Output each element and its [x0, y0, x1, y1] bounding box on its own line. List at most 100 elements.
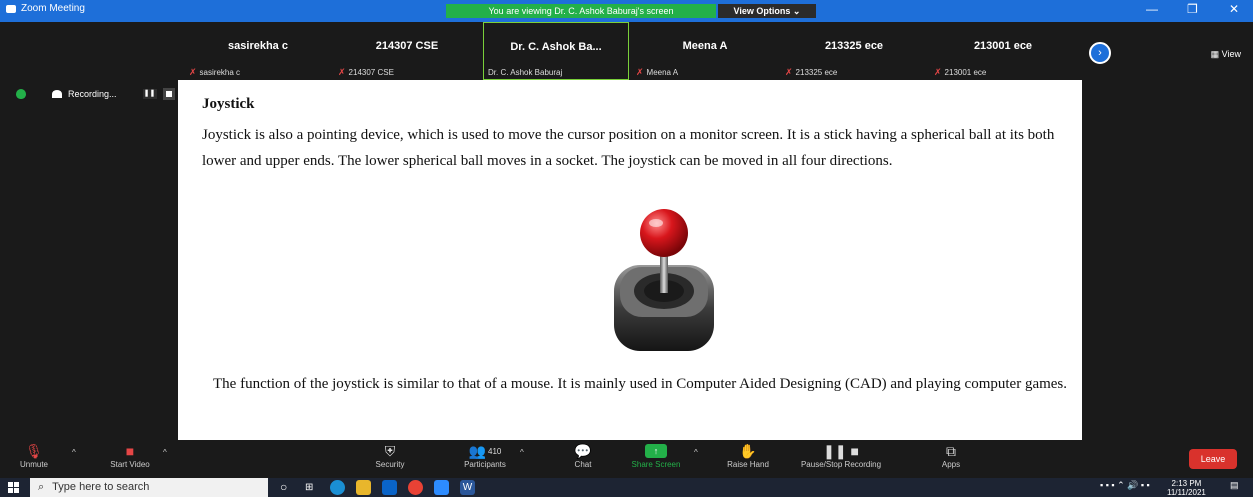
chat-button[interactable]: 💬 Chat — [568, 442, 598, 470]
video-options-caret[interactable]: ^ — [163, 448, 167, 457]
shield-icon: ⛨ — [384, 442, 396, 459]
participant-name: sasirekha c — [228, 40, 288, 52]
participant-tag: ✗ 214307 CSE — [338, 67, 394, 78]
store-icon[interactable] — [382, 480, 397, 495]
document-heading: Joystick — [202, 96, 255, 112]
document-paragraph: The function of the joystick is similar … — [213, 376, 1068, 392]
participants-options-caret[interactable]: ^ — [520, 448, 524, 457]
document-paragraph: Joystick is also a pointing device, whic… — [202, 127, 1055, 169]
participant-count: 410 — [488, 446, 502, 456]
participant-name: Meena A — [682, 40, 728, 52]
clock-date: 11/11/2021 — [1167, 488, 1206, 497]
view-button[interactable]: ▦ View — [1211, 49, 1241, 60]
participant-tag-label: 213325 ece — [795, 68, 838, 77]
cortana-icon[interactable]: ○ — [280, 480, 295, 495]
zoom-icon — [6, 4, 16, 13]
search-icon: ⌕ — [38, 481, 45, 493]
pause-stop-icon: ❚❚ ■ — [823, 442, 859, 459]
pause-stop-recording-button[interactable]: ❚❚ ■ Pause/Stop Recording — [796, 442, 886, 470]
recording-label: Recording... — [68, 89, 117, 99]
taskbar-clock[interactable]: 2:13 PM 11/11/2021 — [1167, 479, 1206, 497]
pause-stop-recording-label: Pause/Stop Recording — [800, 460, 882, 469]
joystick-image — [614, 209, 714, 351]
participant-tag: ✗ Meena A — [636, 67, 678, 78]
chevron-right-icon: › — [1098, 47, 1102, 59]
meeting-toolbar: 🎙 Unmute ^ ■ Start Video ^ ⛨ Security 👥 4… — [0, 440, 1253, 478]
zoom-taskbar-icon[interactable] — [434, 480, 449, 495]
next-page-button[interactable]: › — [1089, 42, 1111, 64]
pause-recording-button[interactable]: ❚❚ — [142, 89, 157, 99]
unmute-button[interactable]: 🎙 Unmute — [14, 442, 54, 470]
share-screen-button[interactable]: ↑ Share Screen — [628, 442, 684, 469]
audio-options-caret[interactable]: ^ — [72, 448, 76, 457]
recording-indicator: Recording... ❚❚ — [16, 88, 175, 100]
mic-off-icon: 🎙 — [25, 442, 43, 459]
shared-screen: Joystick Joystick is also a pointing dev… — [178, 80, 1082, 440]
participant-strip: sasirekha c ✗ sasirekha c 214307 CSE ✗ 214… — [0, 22, 1253, 80]
edge-icon[interactable] — [330, 480, 345, 495]
participants-label: Participants — [464, 460, 506, 469]
participant-thumb[interactable]: sasirekha c ✗ sasirekha c — [185, 22, 331, 80]
chat-label: Chat — [574, 460, 592, 469]
participant-name: 213001 ece — [973, 40, 1033, 52]
mic-muted-icon: ✗ — [338, 67, 346, 77]
cloud-recording-icon — [52, 90, 62, 98]
participant-tag: ✗ 213001 ece — [934, 67, 986, 78]
raise-hand-label: Raise Hand — [727, 460, 769, 469]
mic-muted-icon: ✗ — [785, 67, 793, 77]
word-icon[interactable]: W — [460, 480, 475, 495]
apps-label: Apps — [941, 460, 961, 469]
participant-thumb[interactable]: 213001 ece ✗ 213001 ece — [930, 22, 1076, 80]
clock-time: 2:13 PM — [1171, 479, 1202, 488]
minimize-icon[interactable]: — — [1146, 2, 1158, 16]
security-label: Security — [375, 460, 405, 469]
raise-hand-button[interactable]: ✋ Raise Hand — [720, 442, 776, 470]
mic-muted-icon: ✗ — [189, 67, 197, 77]
windows-taskbar: ⌕ Type here to search ○ ⊞ W ▪ ▪ ▪ ⌃ 🔊 ▪ … — [0, 478, 1253, 497]
participant-name: Dr. C. Ashok Ba... — [510, 41, 602, 53]
security-button[interactable]: ⛨ Security — [370, 442, 410, 470]
share-options-caret[interactable]: ^ — [694, 448, 698, 457]
share-screen-label: Share Screen — [631, 460, 681, 469]
participant-tag: ✗ sasirekha c — [189, 67, 240, 78]
mic-muted-icon: ✗ — [934, 67, 942, 77]
tray-icons[interactable]: ▪ ▪ ▪ ⌃ 🔊 ▪ ▪ — [1100, 480, 1150, 491]
participant-tag: ✗ 213325 ece — [785, 67, 837, 78]
view-options-button[interactable]: View Options ⌄ — [718, 4, 816, 18]
task-view-icon[interactable]: ⊞ — [305, 480, 320, 495]
restore-icon[interactable]: ❐ — [1187, 2, 1198, 16]
video-off-icon: ■ — [125, 443, 135, 459]
view-button-label: View — [1221, 49, 1241, 59]
mic-muted-icon: ✗ — [636, 67, 644, 77]
taskbar-search[interactable]: ⌕ Type here to search — [30, 478, 268, 497]
notification-icon[interactable]: ▤ — [1230, 480, 1239, 491]
participants-button[interactable]: 👥 410 Participants — [455, 442, 515, 470]
raise-hand-icon: ✋ — [739, 442, 757, 459]
windows-start-icon[interactable] — [8, 482, 19, 493]
participant-tag-label: 213001 ece — [944, 68, 987, 77]
participant-tag: Dr. C. Ashok Baburaj — [488, 68, 562, 77]
participant-thumb[interactable]: Meena A ✗ Meena A — [632, 22, 778, 80]
chat-icon: 💬 — [574, 442, 592, 459]
participant-thumb[interactable]: 214307 CSE ✗ 214307 CSE — [334, 22, 480, 80]
participants-icon: 👥 410 — [468, 442, 502, 459]
participant-tag-label: sasirekha c — [199, 68, 241, 77]
unmute-label: Unmute — [19, 460, 48, 469]
chrome-icon[interactable] — [408, 480, 423, 495]
file-explorer-icon[interactable] — [356, 480, 371, 495]
stop-recording-button[interactable] — [162, 88, 175, 100]
participant-thumb-active-speaker[interactable]: Dr. C. Ashok Ba... Dr. C. Ashok Baburaj — [483, 22, 629, 80]
participant-name: 214307 CSE — [375, 40, 439, 52]
stop-icon — [165, 91, 172, 97]
close-icon[interactable]: ✕ — [1229, 2, 1239, 16]
apps-button[interactable]: ⧉ Apps — [936, 442, 966, 470]
leave-button[interactable]: Leave — [1189, 449, 1237, 469]
start-video-button[interactable]: ■ Start Video — [100, 442, 160, 469]
participant-tag-label: Meena A — [646, 68, 679, 77]
participant-tag-label: 214307 CSE — [348, 68, 394, 77]
participant-thumb[interactable]: 213325 ece ✗ 213325 ece — [781, 22, 927, 80]
window-title: Zoom Meeting — [6, 3, 85, 14]
search-placeholder: Type here to search — [52, 481, 150, 493]
security-shield-icon — [16, 89, 26, 99]
share-screen-icon: ↑ — [645, 444, 667, 458]
